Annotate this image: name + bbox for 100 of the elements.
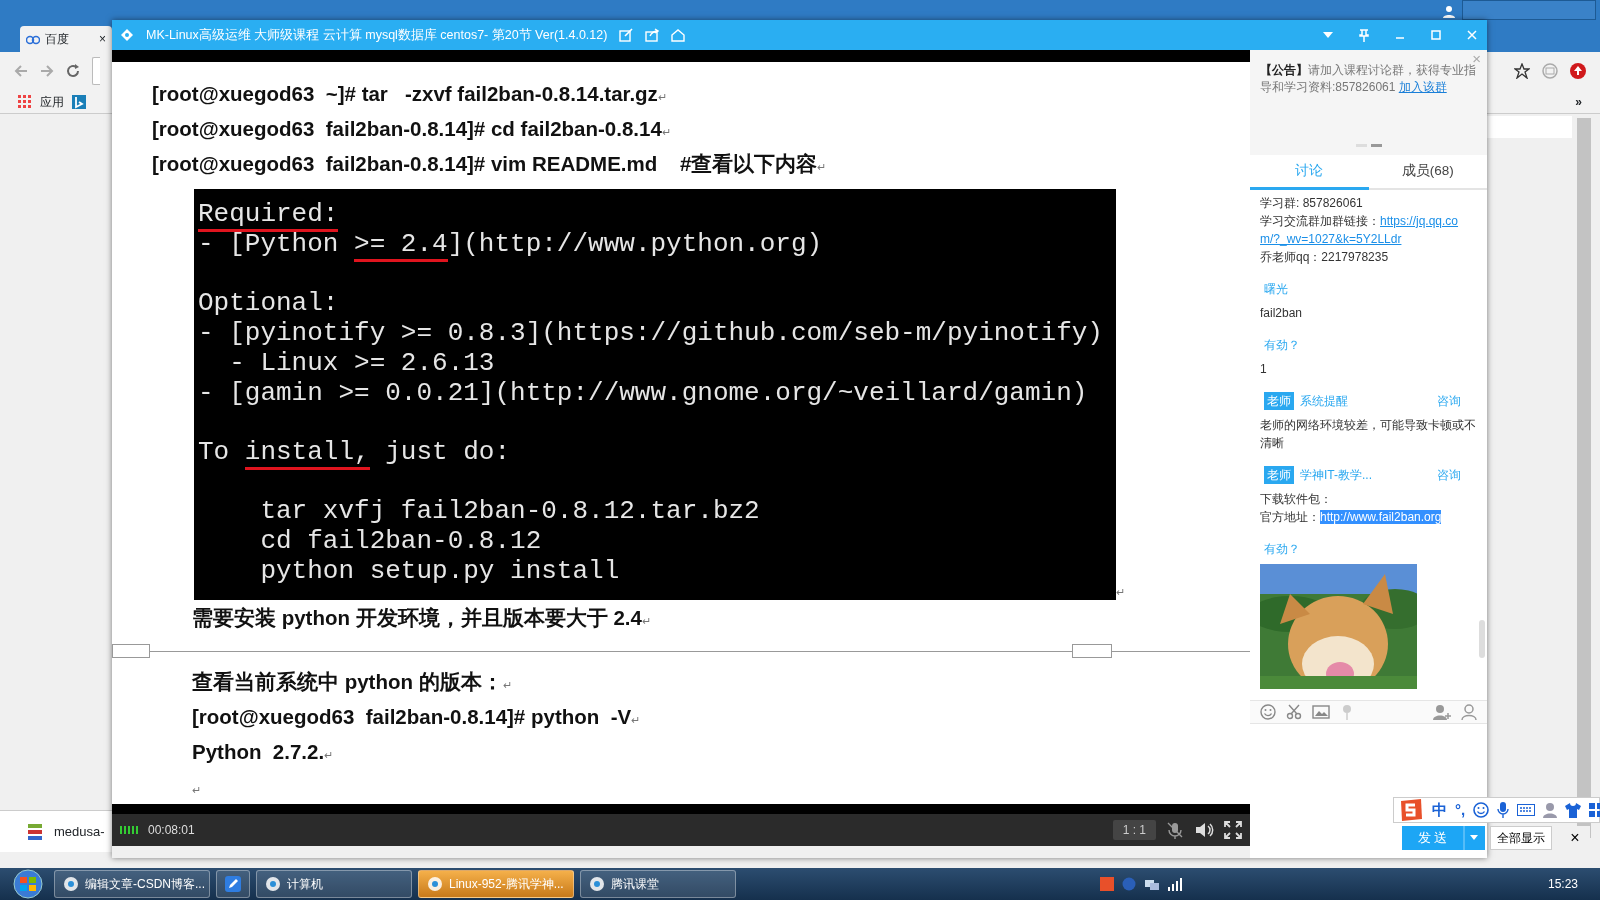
volume-icon[interactable] (1194, 821, 1214, 839)
upload-icon[interactable] (1570, 63, 1586, 79)
signal-bars-icon (120, 826, 138, 834)
document-line: [root@xuegod63 fail2ban-0.8.14]# cd fail2ban-0.8.14 (152, 117, 662, 140)
paragraph-mark: ↵ (324, 749, 334, 761)
panel-tab[interactable]: 成员(68) (1368, 155, 1487, 188)
terminal-line: - Linux >= 2.6.13 (228, 348, 496, 378)
signal-icon (1168, 877, 1184, 891)
taskbar-button[interactable] (216, 870, 250, 898)
help-icon (1122, 877, 1136, 891)
paragraph-mark: ↵ (661, 126, 671, 138)
more-bookmarks-button[interactable]: » (1575, 92, 1582, 111)
emoji-icon[interactable] (1260, 704, 1276, 720)
add-person-icon[interactable] (1433, 704, 1451, 720)
elapsed-time: 00:08:01 (148, 822, 195, 839)
image-icon[interactable] (1312, 705, 1330, 719)
paragraph-mark: ↵ (502, 679, 512, 691)
terminal-line: tar xvfj fail2ban-0.8.12.tar.bz2 (259, 495, 761, 526)
paragraph-mark: ↵ (1116, 584, 1125, 600)
network-icon (1144, 877, 1160, 891)
scissors-icon[interactable] (1286, 704, 1302, 720)
paragraph-mark: ↵ (631, 714, 641, 726)
teacher-badge: 老师 (1264, 466, 1294, 484)
terminal-line: cd fail2ban-0.8.12 (259, 526, 543, 556)
message-text: 1 (1260, 361, 1268, 378)
app-icon (427, 876, 443, 892)
message-text: 下载软件包： (1260, 491, 1333, 508)
document-line: [root@xuegod63 ~]# tar -zxvf fail2ban-0.8.14.tar.gz (152, 82, 658, 105)
message-text: fail2ban (1260, 305, 1304, 322)
ime-tray-icon (1100, 877, 1114, 891)
cloud-icon (26, 33, 40, 45)
reload-icon[interactable] (66, 64, 80, 78)
scrollbar-thumb[interactable] (1479, 620, 1485, 658)
back-icon[interactable] (14, 64, 28, 78)
document-line: [root@xuegod63 fail2ban-0.8.14]# vim README.md #查看以下内容 (152, 152, 818, 175)
bookmark-link[interactable]: 应用 (40, 92, 64, 111)
app-icon (265, 876, 281, 892)
forward-icon[interactable] (40, 64, 54, 78)
archive-icon (28, 823, 42, 840)
input-mode-toggle[interactable]: 中 (1432, 798, 1447, 822)
document-line: Python 2.7.2. (192, 740, 325, 763)
scrollbar[interactable] (1577, 118, 1591, 838)
pin-icon[interactable] (1357, 28, 1371, 42)
emoji-icon[interactable] (1473, 802, 1490, 818)
person-icon[interactable] (1461, 704, 1477, 720)
terminal-line: - [gamin >= 0.0.21](http://www.gnome.org/~veillard/gamin) (198, 378, 1089, 408)
window-title: MK-Linux高级运维 大师级课程 云计算 mysql数据库 centos7- 第20节 Ver(1.4.0.12) (146, 26, 608, 44)
maximize-icon[interactable] (1429, 28, 1443, 42)
terminal-line: - [Python >= 2.4](http://www.python.org) (198, 229, 1112, 259)
grid-icon[interactable] (1589, 803, 1600, 817)
terminal-line: python setup.py install (259, 556, 621, 586)
app-icon (589, 876, 605, 892)
aspect-ratio-button[interactable]: 1 : 1 (1112, 820, 1156, 840)
star-icon[interactable] (1514, 63, 1530, 79)
user-icon[interactable] (1442, 4, 1456, 18)
punctuation-toggle[interactable]: °, (1455, 798, 1466, 822)
app-logo-icon (120, 28, 134, 42)
app-icon (63, 876, 79, 892)
document-line: [root@xuegod63 fail2ban-0.8.14]# python -V (192, 705, 632, 728)
clock: 15:23 (1547, 876, 1579, 893)
taskbar-button[interactable]: 编辑文章-CSDN博客... (54, 870, 210, 898)
download-item[interactable]: medusa- (0, 810, 112, 852)
terminal-line: To install, just do: (198, 408, 1112, 467)
show-all-button[interactable]: 全部显示 (1490, 826, 1552, 850)
address-bar[interactable] (92, 57, 100, 85)
edit-icon[interactable] (619, 28, 634, 42)
shirt-icon[interactable] (1565, 802, 1582, 818)
fullscreen-icon[interactable] (1224, 821, 1242, 839)
apps-icon[interactable] (18, 94, 32, 109)
home-icon[interactable] (671, 28, 686, 42)
paragraph-mark: ↵ (817, 161, 827, 173)
terminal-line: Required: (198, 199, 1112, 229)
paragraph-mark: ↵ (192, 784, 201, 796)
taskbar-button[interactable]: 计算机 (256, 870, 412, 898)
paragraph-mark: ↵ (641, 615, 651, 627)
paragraph-mark: ↵ (657, 91, 667, 103)
extension-icon[interactable] (1542, 63, 1558, 79)
download-label: medusa- (54, 822, 105, 841)
message-text: 乔老师qq：2217978235 (1260, 249, 1390, 266)
terminal-line: - [pyinotify >= 0.8.3](https://github.com/seb-m/pyinotify) (198, 318, 1104, 348)
taskbar-button[interactable]: 腾讯课堂 (580, 870, 736, 898)
message-text: 老师的网络环境较差，可能导致卡顿或不清晰 (1260, 417, 1477, 452)
close-tab-button[interactable]: × (99, 30, 106, 48)
document-line: 需要安装 python 开发环境，并且版本要大于 2.4 (192, 606, 642, 629)
microphone-icon[interactable] (1497, 802, 1510, 818)
tab-label: 百度 (45, 31, 69, 48)
teacher-badge: 老师 (1264, 392, 1294, 410)
browser-tab[interactable]: 百度 × (20, 26, 112, 52)
mic-muted-icon[interactable] (1166, 821, 1184, 839)
terminal-line: Optional: (198, 287, 340, 318)
bookmark-icon[interactable] (72, 94, 86, 109)
share-icon[interactable] (645, 28, 660, 42)
close-icon[interactable] (1465, 28, 1479, 42)
keyboard-icon[interactable] (1517, 804, 1536, 816)
message-text: 学习交流群加群链接：https://jq.qq.com/?_wv=1027&k=5Y2LLdr (1260, 213, 1460, 248)
join-group-link[interactable]: 加入该群 (1398, 80, 1447, 94)
person-icon[interactable] (1543, 802, 1558, 818)
document-line: 查看当前系统中 python 的版本： (192, 670, 503, 693)
message-text: 学习群: 857826061 (1260, 195, 1364, 212)
message-text: 官方地址：http://www.fail2ban.org (1260, 509, 1443, 526)
